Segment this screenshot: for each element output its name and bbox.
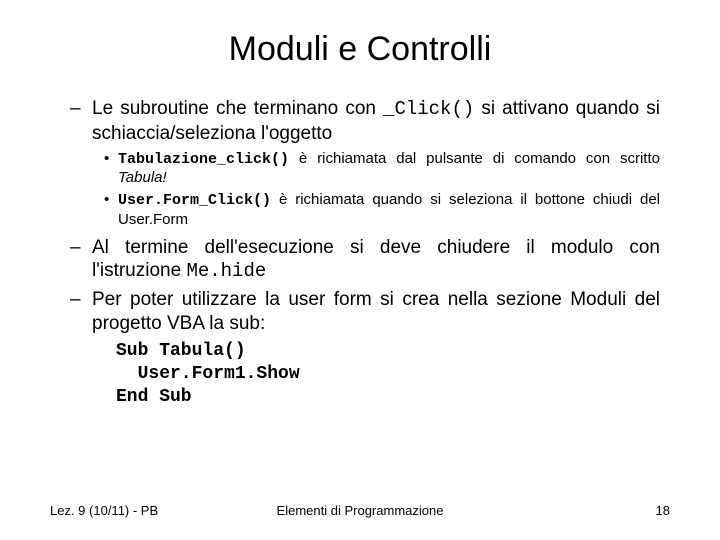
code-inline: _Click() (383, 98, 474, 120)
text: Al termine dell'esecuzione si deve chiud… (92, 237, 660, 282)
code-inline: User.Form_Click() (118, 192, 271, 209)
code-inline: Tabulazione_click() (118, 151, 289, 168)
bullet-1a: Tabulazione_click() è richiamata dal pul… (70, 150, 660, 189)
slide-content: Le subroutine che terminano con _Click()… (50, 97, 670, 410)
emphasis: Tabula! (118, 169, 167, 186)
code-line: Sub Tabula() (116, 340, 660, 363)
code-line: End Sub (116, 386, 660, 409)
text: Per poter utilizzare la user form si cre… (92, 289, 660, 334)
footer: Lez. 9 (10/11) - PB Elementi di Programm… (0, 503, 720, 518)
bullet-3: Per poter utilizzare la user form si cre… (70, 288, 660, 336)
code-line: User.Form1.Show (116, 363, 660, 386)
text: è richiamata dal pulsante di comando con… (289, 150, 660, 167)
bullet-2: Al termine dell'esecuzione si deve chiud… (70, 236, 660, 285)
bullet-1: Le subroutine che terminano con _Click()… (70, 97, 660, 146)
slide: Moduli e Controlli Le subroutine che ter… (0, 0, 720, 540)
footer-left: Lez. 9 (10/11) - PB (50, 503, 158, 518)
footer-right: 18 (656, 503, 670, 518)
text: Le subroutine che terminano con (92, 98, 383, 119)
footer-center: Elementi di Programmazione (277, 503, 444, 518)
code-inline: Me.hide (186, 260, 266, 282)
code-block: Sub Tabula() User.Form1.ShowEnd Sub (70, 340, 660, 410)
bullet-1b: User.Form_Click() è richiamata quando si… (70, 191, 660, 230)
slide-title: Moduli e Controlli (50, 30, 670, 69)
